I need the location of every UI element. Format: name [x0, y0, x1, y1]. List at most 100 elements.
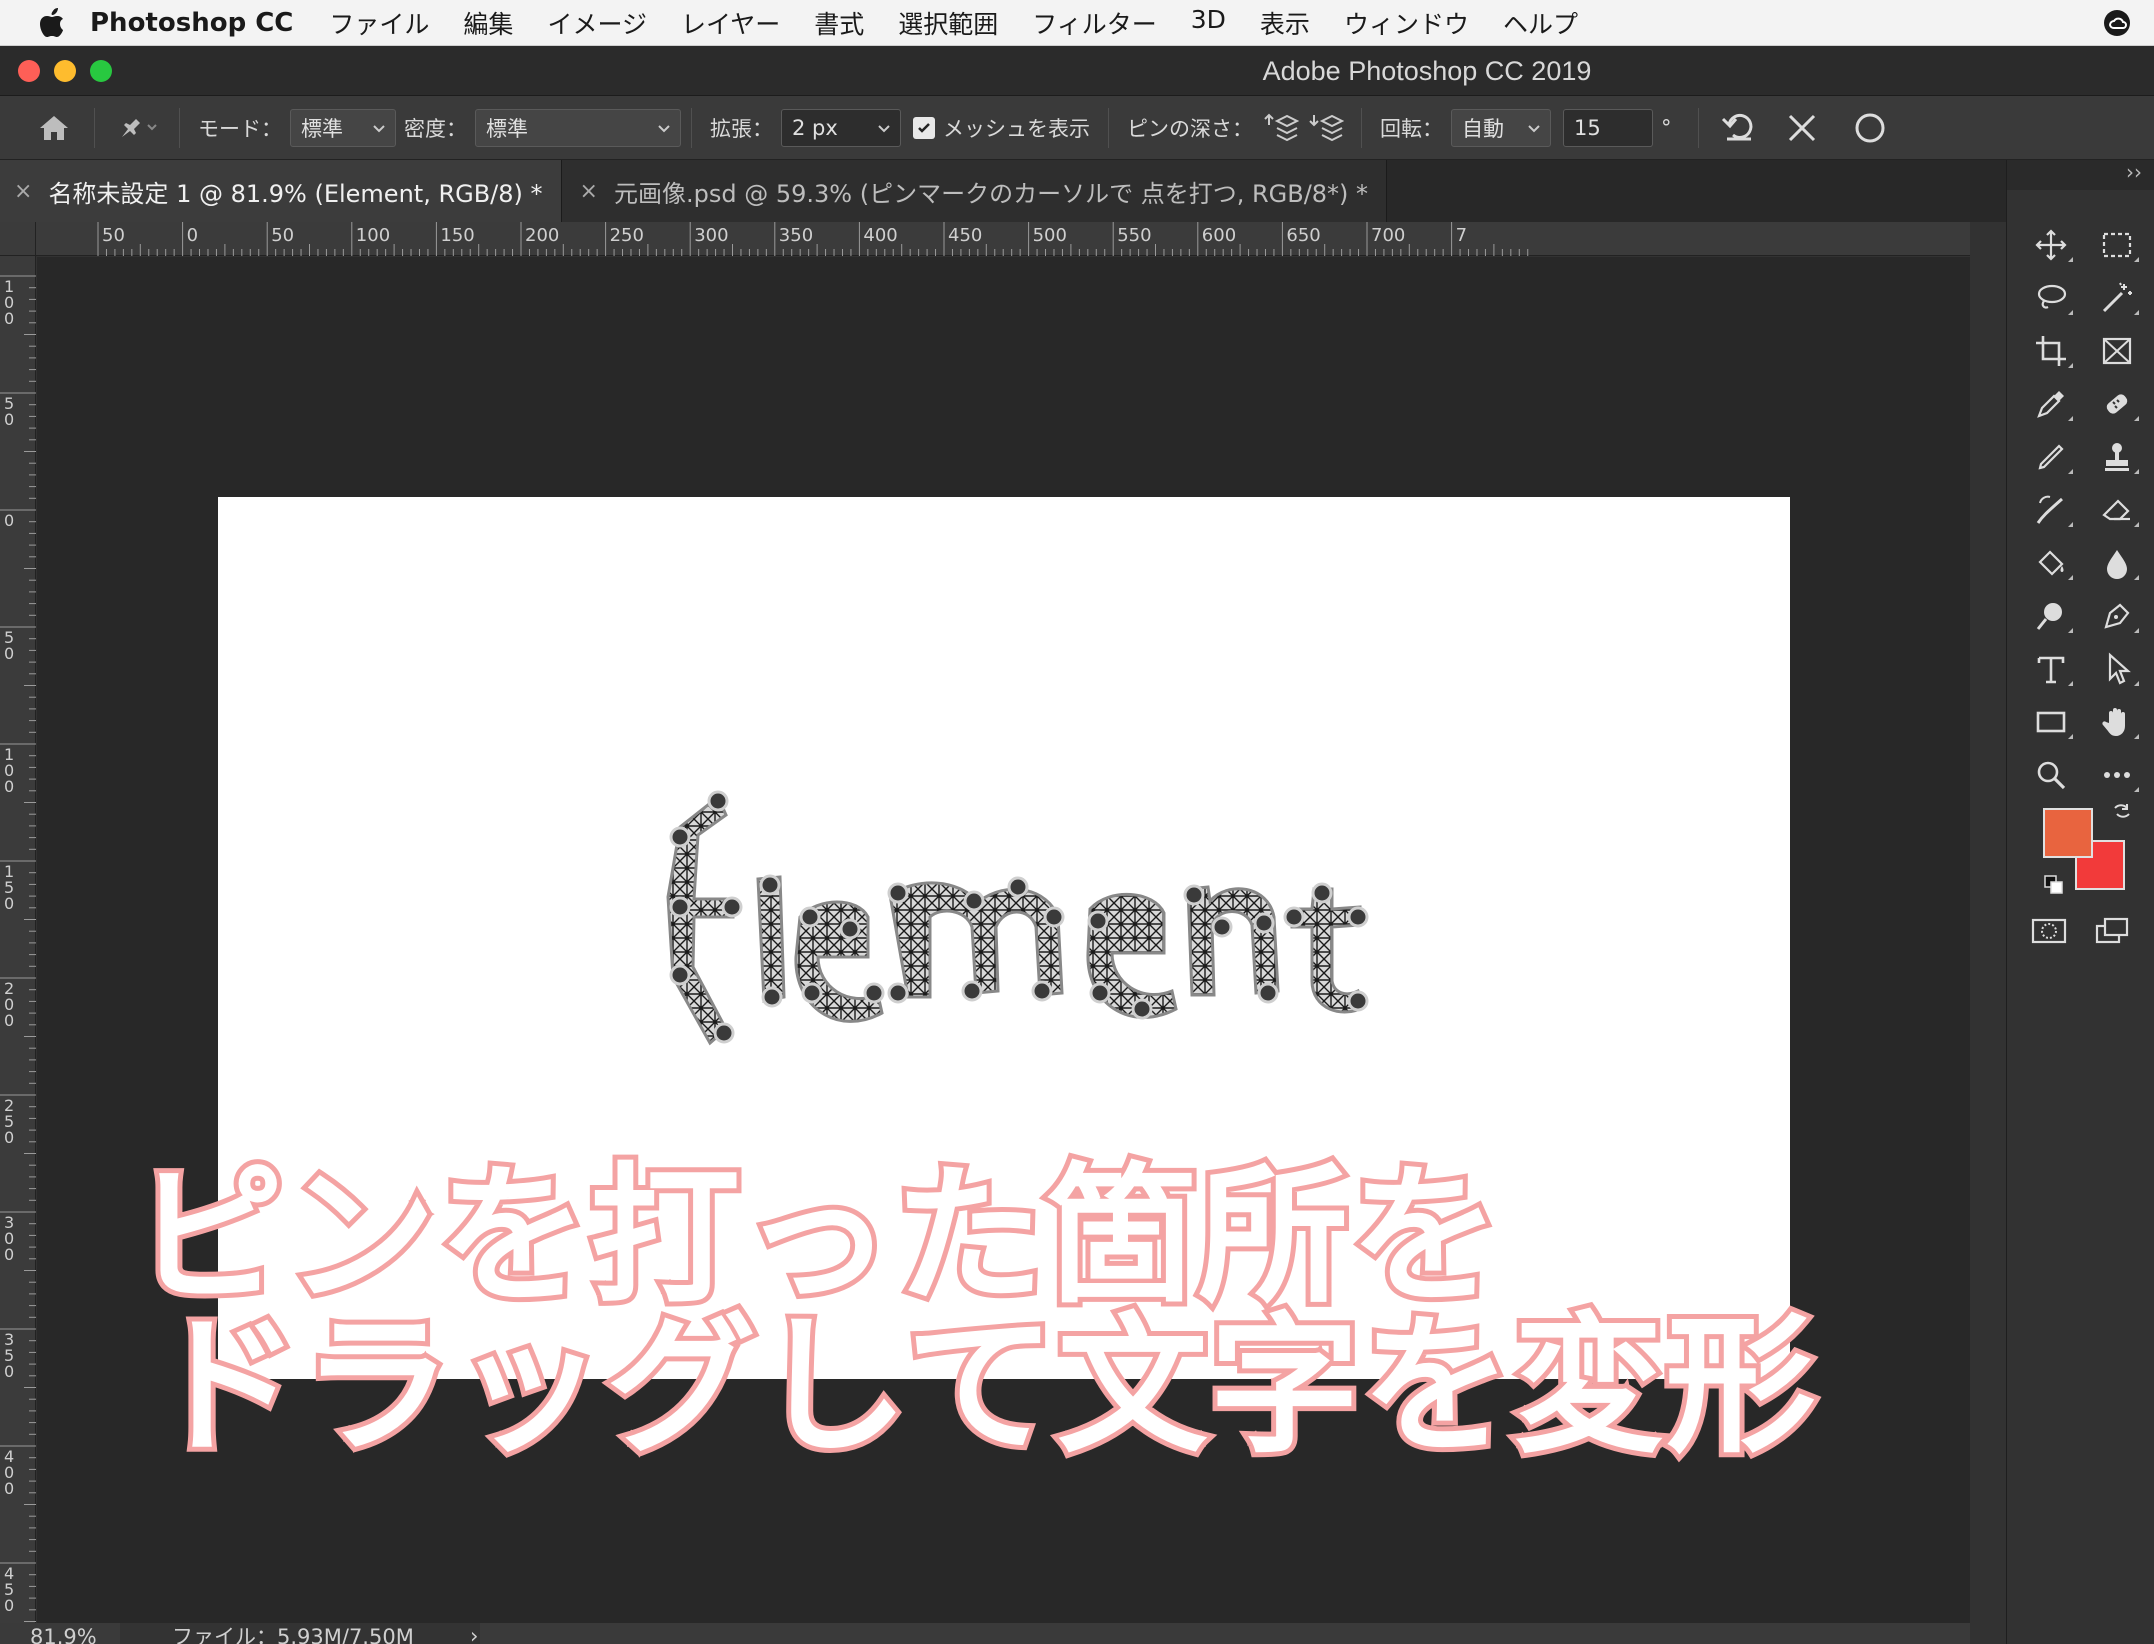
- type-tool-icon[interactable]: [2027, 652, 2075, 686]
- pin-backward-icon[interactable]: [1301, 111, 1351, 145]
- rectangle-tool-icon[interactable]: [2027, 705, 2075, 739]
- crop-tool-icon[interactable]: [2027, 334, 2075, 368]
- menu-item-1[interactable]: 編集: [463, 5, 513, 41]
- rotate-dropdown[interactable]: 自動: [1451, 108, 1551, 147]
- menu-item-2[interactable]: イメージ: [547, 5, 647, 41]
- show-mesh-checkbox[interactable]: [913, 116, 935, 139]
- status-menu-arrow[interactable]: ›: [470, 1623, 478, 1644]
- pin-tool-preset-icon[interactable]: [105, 113, 169, 143]
- menu-item-10[interactable]: ヘルプ: [1503, 5, 1578, 41]
- warp-pin[interactable]: [713, 1022, 735, 1044]
- history-brush-tool-icon[interactable]: [2027, 493, 2075, 527]
- apple-icon[interactable]: [22, 0, 82, 46]
- warp-pin[interactable]: [1257, 982, 1279, 1004]
- menu-item-9[interactable]: ウィンドウ: [1344, 5, 1469, 41]
- mode-dropdown[interactable]: 標準: [290, 108, 396, 147]
- close-tab-icon[interactable]: ×: [14, 179, 32, 204]
- ruler-label: 0: [4, 894, 14, 913]
- home-icon[interactable]: [24, 113, 84, 143]
- warp-pin[interactable]: [1131, 998, 1153, 1020]
- chevron-down-icon: [371, 118, 387, 143]
- vertical-ruler[interactable]: 10050050100150200250300350400450: [0, 256, 36, 1634]
- warp-pin[interactable]: [1283, 906, 1305, 928]
- close-tab-icon[interactable]: ×: [580, 179, 598, 204]
- quick-mask-icon[interactable]: [2029, 914, 2069, 952]
- warp-pin[interactable]: [1031, 980, 1053, 1002]
- zoom-tool-icon[interactable]: [2027, 758, 2075, 792]
- warp-pin[interactable]: [721, 896, 743, 918]
- warp-pin[interactable]: [1007, 876, 1029, 898]
- menu-item-5[interactable]: 選択範囲: [898, 5, 998, 41]
- screen-mode-icon[interactable]: [2093, 914, 2133, 952]
- dodge-tool-icon[interactable]: [2027, 599, 2075, 633]
- angle-input[interactable]: 15: [1563, 108, 1653, 147]
- blur-tool-icon[interactable]: [2093, 546, 2141, 580]
- warp-pin[interactable]: [1183, 884, 1205, 906]
- marquee-tool-icon[interactable]: [2093, 228, 2141, 262]
- warp-pin[interactable]: [799, 906, 821, 928]
- warp-pin[interactable]: [863, 982, 885, 1004]
- frame-tool-icon[interactable]: [2093, 334, 2141, 368]
- warp-pin[interactable]: [707, 790, 729, 812]
- pen-tool-icon[interactable]: [2093, 599, 2141, 633]
- warp-pin[interactable]: [887, 982, 909, 1004]
- magic-wand-tool-icon[interactable]: [2093, 281, 2141, 315]
- menu-item-4[interactable]: 書式: [814, 5, 864, 41]
- menu-item-8[interactable]: 表示: [1260, 5, 1310, 41]
- warp-pin[interactable]: [669, 826, 691, 848]
- warp-pin[interactable]: [887, 882, 909, 904]
- warp-pin[interactable]: [669, 964, 691, 986]
- menu-item-3[interactable]: レイヤー: [681, 5, 780, 41]
- ruler-label: 250: [610, 225, 644, 246]
- warp-pin[interactable]: [761, 986, 783, 1008]
- healing-brush-tool-icon[interactable]: [2093, 387, 2141, 421]
- path-selection-tool-icon[interactable]: [2093, 652, 2141, 686]
- clone-stamp-tool-icon[interactable]: [2093, 440, 2141, 474]
- ruler-label: 200: [525, 225, 559, 246]
- default-colors-icon[interactable]: [2043, 874, 2065, 900]
- tab-original-image[interactable]: × 元画像.psd @ 59.3% (ピンマークのカーソルで 点を打つ, RGB…: [561, 160, 1388, 222]
- app-menu[interactable]: Photoshop CC: [90, 8, 293, 38]
- swap-colors-icon[interactable]: [2111, 800, 2133, 826]
- creative-cloud-icon[interactable]: [2102, 8, 2132, 42]
- foreground-color-swatch[interactable]: [2043, 808, 2093, 858]
- density-dropdown[interactable]: 標準: [475, 108, 681, 147]
- warp-pin[interactable]: [1347, 906, 1369, 928]
- cancel-icon[interactable]: [1769, 112, 1835, 144]
- more-tools-icon[interactable]: [2093, 758, 2141, 792]
- brush-tool-icon[interactable]: [2027, 440, 2075, 474]
- zoom-level[interactable]: 81.9%: [30, 1623, 97, 1644]
- pin-forward-icon[interactable]: [1261, 111, 1301, 145]
- warp-pin[interactable]: [1087, 910, 1109, 932]
- warp-pin[interactable]: [669, 896, 691, 918]
- warp-pin[interactable]: [1311, 882, 1333, 904]
- chevron-down-icon: [1526, 118, 1542, 143]
- ruler-corner[interactable]: [0, 222, 36, 256]
- warp-pin[interactable]: [1347, 990, 1369, 1012]
- eyedropper-tool-icon[interactable]: [2027, 387, 2075, 421]
- paint-bucket-tool-icon[interactable]: [2027, 546, 2075, 580]
- menu-item-6[interactable]: フィルター: [1032, 5, 1157, 41]
- tab-untitled-1[interactable]: × 名称未設定 1 @ 81.9% (Element, RGB/8) *: [0, 160, 562, 222]
- collapse-panel-icon[interactable]: ››: [2126, 160, 2142, 184]
- warp-pin[interactable]: [1253, 912, 1275, 934]
- warp-pin[interactable]: [1043, 906, 1065, 928]
- horizontal-ruler[interactable]: 50 0 50 100 150 200 250 300 350 400 450 500 550 600 65…: [36, 222, 1970, 256]
- hand-tool-icon[interactable]: [2093, 705, 2141, 739]
- move-tool-icon[interactable]: [2027, 228, 2075, 262]
- warp-pin[interactable]: [1089, 982, 1111, 1004]
- commit-icon[interactable]: [1835, 111, 1905, 145]
- menu-item-0[interactable]: ファイル: [329, 5, 429, 41]
- lasso-tool-icon[interactable]: [2027, 281, 2075, 315]
- reset-icon[interactable]: [1709, 111, 1769, 145]
- tools-panel-header[interactable]: ››: [2007, 160, 2154, 190]
- eraser-tool-icon[interactable]: [2093, 493, 2141, 527]
- warp-pin[interactable]: [801, 982, 823, 1004]
- warp-pin[interactable]: [1211, 916, 1233, 938]
- warp-pin[interactable]: [961, 980, 983, 1002]
- warp-pin[interactable]: [963, 890, 985, 912]
- warp-pin[interactable]: [759, 874, 781, 896]
- warp-pin[interactable]: [839, 918, 861, 940]
- menu-item-7[interactable]: 3D: [1191, 5, 1226, 41]
- expand-field[interactable]: 2 px: [781, 108, 901, 147]
